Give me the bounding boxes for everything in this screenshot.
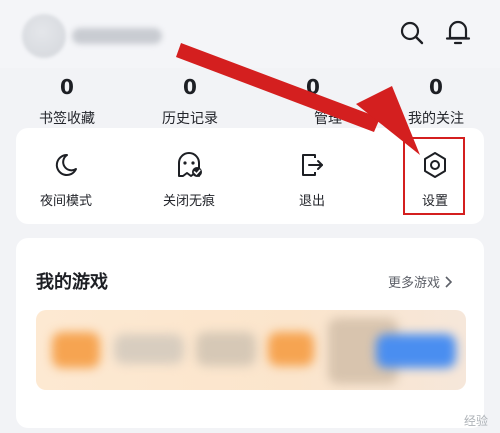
arrow-shaft bbox=[176, 43, 380, 132]
annotation-arrows bbox=[176, 43, 420, 155]
